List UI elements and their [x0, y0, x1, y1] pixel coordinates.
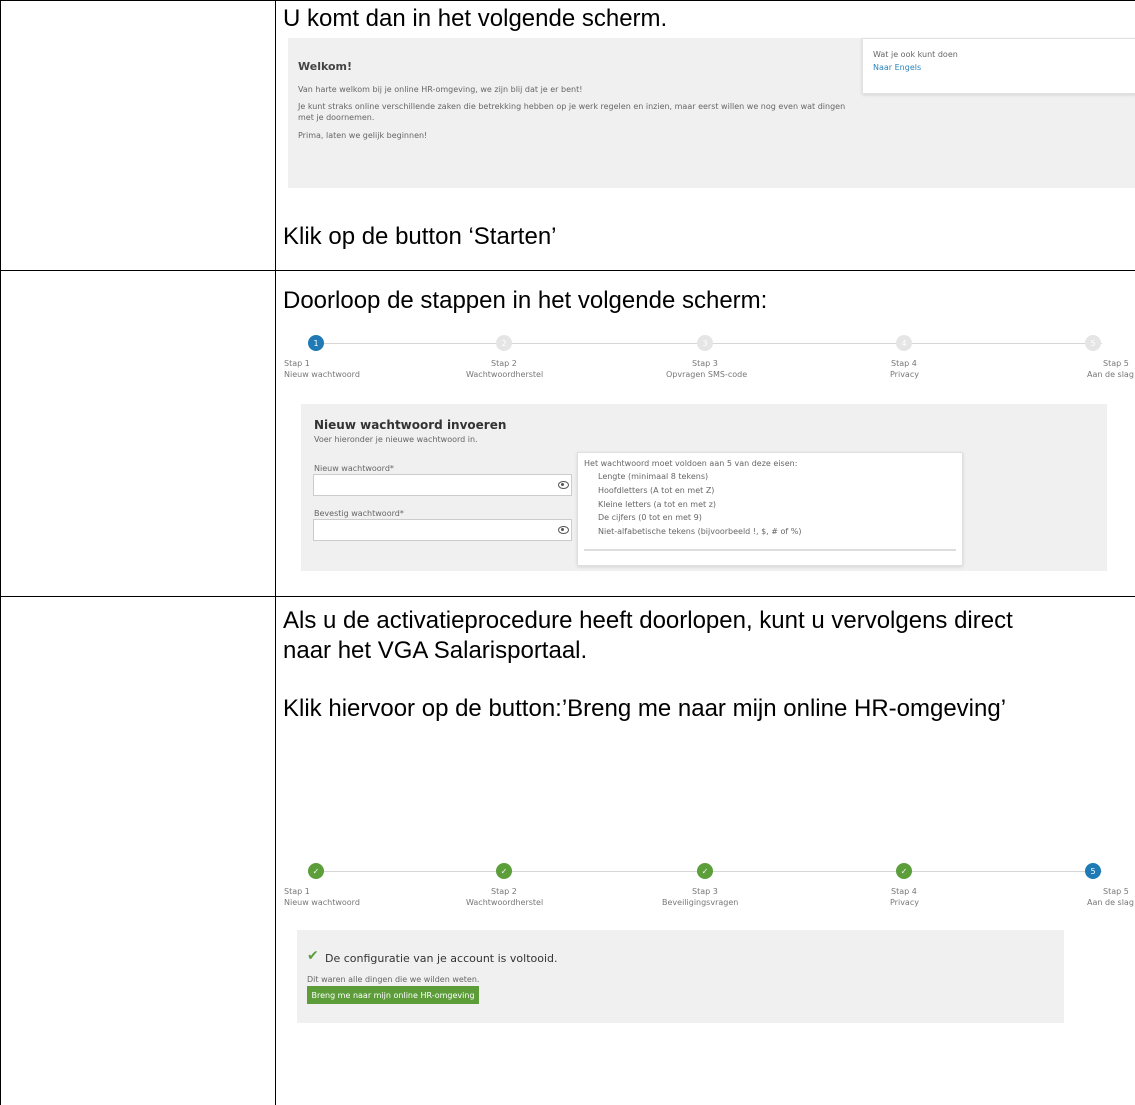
stepper1-title-3: Stap 3 [692, 359, 718, 368]
stepper2-title-4: Stap 4 [891, 887, 917, 896]
password-form-title: Nieuw wachtwoord invoeren [314, 418, 507, 432]
table-row-divider-1 [0, 270, 1135, 271]
welcome-screenshot: Welkom! Van harte welkom bij je online H… [288, 38, 1135, 188]
welcome-title: Welkom! [298, 60, 353, 73]
stepper2-dot-4: ✓ [896, 863, 912, 879]
table-column-divider [275, 0, 276, 1105]
stepper2-dot-5: 5 [1085, 863, 1101, 879]
new-password-input[interactable] [313, 474, 572, 496]
stepper2-sub-5: Aan de slag [1087, 898, 1134, 907]
check-icon: ✓ [312, 866, 320, 876]
req-item-4: De cijfers (0 tot en met 9) [598, 513, 702, 522]
req-heading: Het wachtwoord moet voldoen aan 5 van de… [584, 459, 798, 468]
welcome-para2b: met je doornemen. [298, 113, 375, 122]
eye-icon[interactable] [558, 481, 569, 489]
stepper1-sub-2: Wachtwoordherstel [466, 370, 544, 379]
instruction-row3-line3: Klik hiervoor op de button:’Breng me naa… [283, 695, 1007, 722]
check-icon: ✓ [900, 866, 908, 876]
welcome-para2a: Je kunt straks online verschillende zake… [298, 102, 846, 111]
stepper1-title-2: Stap 2 [491, 359, 517, 368]
stepper1-sub-5: Aan de slag [1087, 370, 1134, 379]
stepper1-dot-1: 1 [308, 335, 324, 351]
eye-icon[interactable] [558, 526, 569, 534]
stepper2-sub-3: Beveiligingsvragen [662, 898, 739, 907]
req-item-1: Lengte (minimaal 8 tekens) [598, 472, 709, 481]
stepper1-dot-5: 5 [1085, 335, 1101, 351]
stepper1-sub-4: Privacy [890, 370, 919, 379]
strength-bar [584, 549, 956, 551]
stepper1-sub-1: Nieuw wachtwoord [284, 370, 360, 379]
req-item-5: Niet-alfabetische tekens (bijvoorbeeld !… [598, 527, 802, 536]
stepper1-screenshot: 1 Stap 1 Nieuw wachtwoord 2 Stap 2 Wacht… [284, 334, 1135, 384]
check-icon: ✓ [500, 866, 508, 876]
req-item-2: Hoofdletters (A tot en met Z) [598, 486, 715, 495]
instruction-row2-top: Doorloop de stappen in het volgende sche… [283, 287, 768, 314]
stepper1-dot-2: 2 [496, 335, 512, 351]
password-form-subtitle: Voer hieronder je nieuwe wachtwoord in. [314, 435, 478, 444]
done-title: De configuratie van je account is voltoo… [325, 952, 558, 965]
side-heading: Wat je ook kunt doen [873, 50, 958, 59]
stepper2-dot-1: ✓ [308, 863, 324, 879]
side-actions-card: Wat je ook kunt doen Naar Engels [862, 38, 1135, 94]
stepper1-title-5: Stap 5 [1103, 359, 1129, 368]
stepper2-sub-1: Nieuw wachtwoord [284, 898, 360, 907]
stepper2-dot-2: ✓ [496, 863, 512, 879]
check-icon: ✓ [701, 866, 709, 876]
stepper2-dot-3: ✓ [697, 863, 713, 879]
password-requirements-card: Het wachtwoord moet voldoen aan 5 van de… [577, 452, 963, 566]
stepper2-title-1: Stap 1 [284, 887, 310, 896]
stepper2-screenshot: ✓ Stap 1 Nieuw wachtwoord ✓ Stap 2 Wacht… [284, 862, 1135, 912]
stepper2-sub-2: Wachtwoordherstel [466, 898, 544, 907]
stepper1-sub-3: Opvragen SMS-code [666, 370, 748, 379]
done-screenshot: ✔ De configuratie van je account is volt… [297, 930, 1064, 1023]
req-item-3: Kleine letters (a tot en met z) [598, 500, 717, 509]
table-left-border [0, 0, 1, 1105]
welcome-para1: Van harte welkom bij je online HR-omgevi… [298, 85, 583, 94]
instruction-row3-line2: naar het VGA Salarisportaal. [283, 637, 588, 664]
stepper1-dot-3: 3 [697, 335, 713, 351]
table-top-border [0, 0, 1135, 1]
stepper2-title-5: Stap 5 [1103, 887, 1129, 896]
welcome-para3: Prima, laten we gelijk beginnen! [298, 131, 428, 140]
instruction-row1-bottom: Klik op de button ‘Starten’ [283, 223, 557, 250]
stepper2-sub-4: Privacy [890, 898, 919, 907]
instruction-row3-line1: Als u de activatieprocedure heeft doorlo… [283, 607, 1013, 634]
password-form-screenshot: Nieuw wachtwoord invoeren Voer hieronder… [301, 404, 1107, 571]
stepper1-title-4: Stap 4 [891, 359, 917, 368]
instruction-row1-top: U komt dan in het volgende scherm. [283, 5, 668, 32]
stepper1-dot-4: 4 [896, 335, 912, 351]
table-row-divider-2 [0, 596, 1135, 597]
stepper2-title-3: Stap 3 [692, 887, 718, 896]
check-icon: ✔ [307, 948, 319, 964]
done-subtitle: Dit waren alle dingen die we wilden wete… [307, 975, 480, 984]
stepper1-title-1: Stap 1 [284, 359, 310, 368]
stepper2-title-2: Stap 2 [491, 887, 517, 896]
go-to-hr-button[interactable]: Breng me naar mijn online HR-omgeving [307, 986, 479, 1004]
english-link[interactable]: Naar Engels [873, 62, 921, 74]
confirm-password-input[interactable] [313, 519, 572, 541]
